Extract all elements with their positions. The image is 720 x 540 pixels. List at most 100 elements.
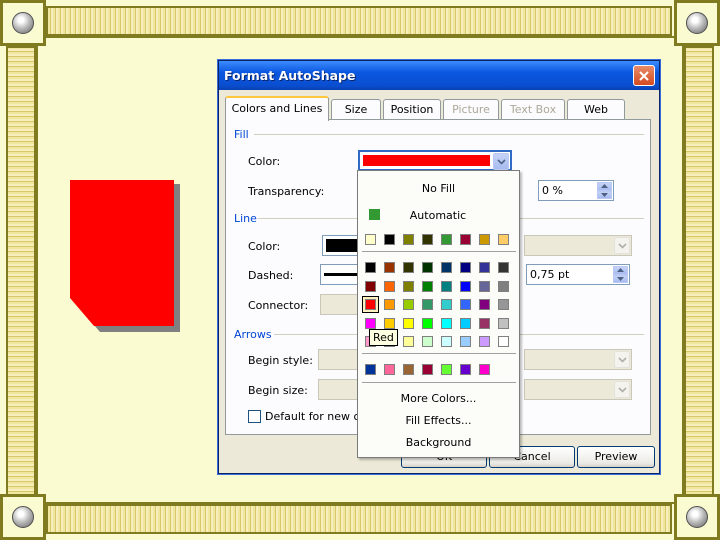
dialog-title: Format AutoShape	[224, 68, 356, 83]
standard-color-cell[interactable]	[365, 280, 376, 292]
standard-color-cell[interactable]	[384, 317, 395, 329]
standard-color-cell[interactable]	[460, 317, 471, 329]
red-autoshape[interactable]	[70, 180, 180, 332]
line-weight-input[interactable]: 0,75 pt	[526, 264, 630, 285]
standard-color-cell[interactable]	[460, 299, 471, 310]
line-style-dropdown-button[interactable]	[614, 237, 630, 254]
scheme-color-cell[interactable]	[384, 234, 395, 245]
fill-color-swatch	[363, 155, 490, 166]
tab-colors-and-lines[interactable]: Colors and Lines	[225, 96, 329, 121]
frame-band-right	[684, 46, 714, 496]
standard-color-cell[interactable]	[403, 317, 414, 329]
standard-color-cell[interactable]	[422, 317, 433, 329]
line-weight-spinner[interactable]	[613, 266, 628, 283]
tab-web[interactable]: Web	[567, 99, 625, 120]
end-style-dropdown-button[interactable]	[614, 351, 630, 368]
spin-down-icon[interactable]	[597, 190, 612, 199]
scheme-color-cell[interactable]	[441, 234, 452, 245]
standard-color-cell[interactable]	[441, 317, 452, 329]
tab-size[interactable]: Size	[331, 99, 381, 120]
spin-down-icon[interactable]	[613, 274, 628, 283]
scheme-color-cell[interactable]	[498, 234, 509, 245]
standard-color-cell[interactable]	[422, 336, 433, 347]
standard-color-cell[interactable]	[403, 280, 414, 292]
dialog-titlebar[interactable]: Format AutoShape	[219, 61, 659, 90]
recent-color-cell[interactable]	[460, 364, 471, 375]
automatic-option[interactable]: Automatic	[378, 209, 498, 222]
standard-color-cell[interactable]	[403, 262, 414, 273]
more-colors-option[interactable]: More Colors...	[358, 392, 519, 405]
scheme-color-cell[interactable]	[479, 234, 490, 245]
standard-color-cell[interactable]	[365, 299, 376, 310]
standard-color-cell[interactable]	[498, 262, 509, 273]
transparency-spinner[interactable]	[597, 182, 612, 199]
standard-color-cell[interactable]	[479, 299, 490, 310]
standard-color-cell[interactable]	[498, 317, 509, 329]
recent-color-cell[interactable]	[403, 364, 414, 375]
preview-button[interactable]: Preview	[577, 446, 655, 468]
standard-color-cell[interactable]	[479, 262, 490, 273]
standard-color-cell[interactable]	[460, 262, 471, 273]
standard-color-cell[interactable]	[479, 336, 490, 347]
standard-color-cell[interactable]	[422, 280, 433, 292]
close-button[interactable]	[633, 65, 655, 86]
standard-color-cell[interactable]	[384, 280, 395, 292]
standard-color-cell[interactable]	[498, 336, 509, 347]
fill-color-label: Color:	[248, 155, 281, 168]
end-size-dropdown-button[interactable]	[614, 381, 630, 398]
begin-style-combo[interactable]	[318, 349, 360, 370]
standard-color-cell[interactable]	[460, 336, 471, 347]
standard-color-cell[interactable]	[403, 299, 414, 310]
transparency-input[interactable]: 0 %	[538, 180, 614, 201]
spin-up-icon[interactable]	[613, 266, 628, 275]
tab-picture[interactable]: Picture	[443, 99, 499, 120]
frame-corner-top-left	[0, 0, 46, 46]
end-style-combo[interactable]	[524, 349, 632, 370]
standard-color-cell[interactable]	[460, 280, 471, 292]
end-size-combo[interactable]	[524, 379, 632, 400]
no-fill-option[interactable]: No Fill	[358, 182, 519, 195]
recent-color-cell[interactable]	[441, 364, 452, 375]
connector-combo[interactable]	[320, 294, 360, 315]
frame-corner-top-right	[674, 0, 720, 46]
tab-position[interactable]: Position	[383, 99, 441, 120]
standard-color-cell[interactable]	[403, 336, 414, 347]
scheme-color-cell[interactable]	[422, 234, 433, 245]
spin-up-icon[interactable]	[597, 182, 612, 191]
tab-text-box[interactable]: Text Box	[501, 99, 565, 120]
fill-color-combo[interactable]	[358, 150, 512, 171]
recent-color-cell[interactable]	[422, 364, 433, 375]
line-style-combo[interactable]	[524, 235, 632, 256]
standard-color-cell[interactable]	[384, 262, 395, 273]
fill-color-dropdown-button[interactable]	[493, 153, 509, 170]
standard-color-cell[interactable]	[498, 299, 509, 310]
fill-group-label: Fill	[234, 128, 249, 141]
standard-color-cell[interactable]	[384, 299, 395, 310]
scheme-color-cell[interactable]	[403, 234, 414, 245]
standard-color-cell[interactable]	[441, 262, 452, 273]
standard-color-cell[interactable]	[441, 299, 452, 310]
recent-color-cell[interactable]	[384, 364, 395, 375]
standard-color-cell[interactable]	[441, 280, 452, 292]
standard-color-cell[interactable]	[422, 299, 433, 310]
popup-separator	[362, 353, 516, 354]
line-color-combo[interactable]	[322, 235, 362, 256]
default-for-new-checkbox[interactable]	[248, 410, 261, 423]
standard-color-cell[interactable]	[422, 262, 433, 273]
standard-color-cell[interactable]	[479, 280, 490, 292]
recent-color-cell[interactable]	[365, 364, 376, 375]
recent-color-cell[interactable]	[479, 364, 490, 375]
scheme-color-cell[interactable]	[365, 234, 376, 245]
standard-color-cell[interactable]	[365, 317, 376, 329]
background-option[interactable]: Background	[358, 436, 519, 449]
fill-effects-option[interactable]: Fill Effects...	[358, 414, 519, 427]
scheme-color-cell[interactable]	[460, 234, 471, 245]
begin-size-combo[interactable]	[318, 379, 360, 400]
standard-color-cell[interactable]	[365, 262, 376, 273]
begin-style-label: Begin style:	[248, 354, 313, 367]
standard-color-cell[interactable]	[479, 317, 490, 329]
standard-color-cell[interactable]	[441, 336, 452, 347]
dashed-combo[interactable]	[320, 264, 362, 285]
fill-group-rule	[254, 134, 644, 135]
standard-color-cell[interactable]	[498, 280, 509, 292]
